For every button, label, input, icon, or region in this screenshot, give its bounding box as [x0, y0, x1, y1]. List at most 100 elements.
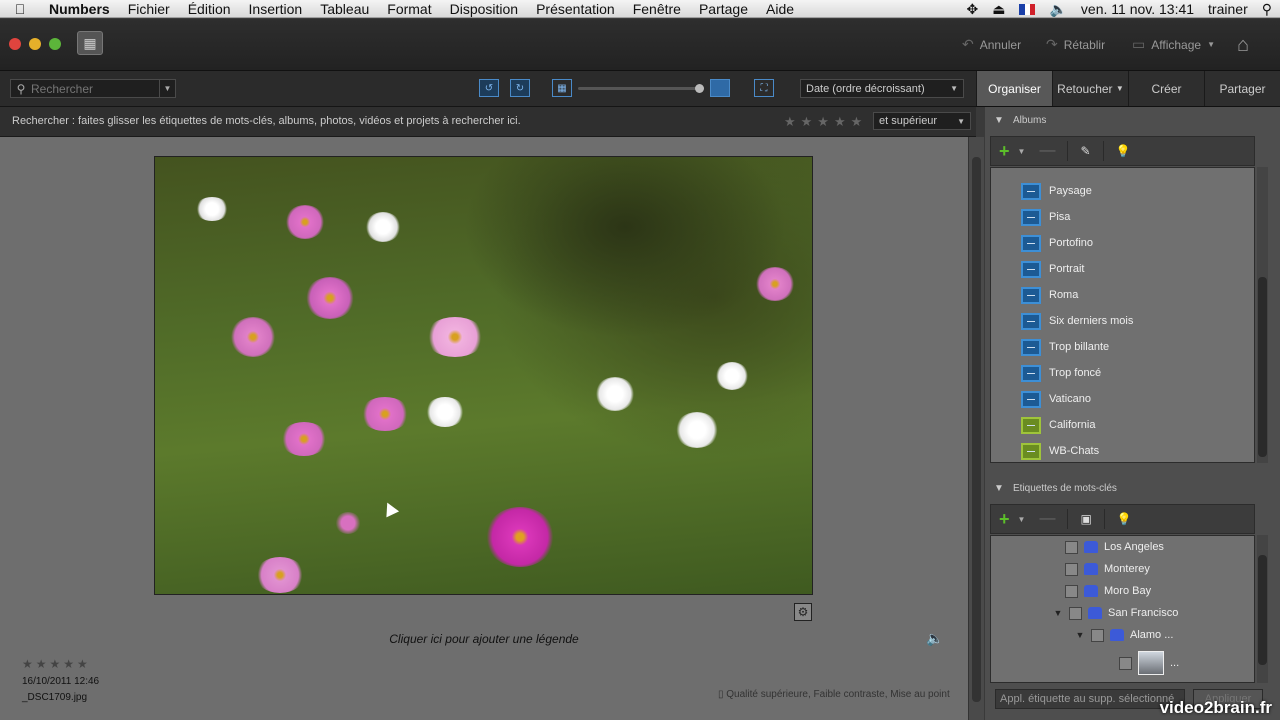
keyword-item[interactable]: ▼ San Francisco	[991, 602, 1254, 624]
search-input[interactable]	[31, 81, 159, 96]
add-album-icon[interactable]: +	[999, 141, 1010, 162]
menu-format[interactable]: Format	[378, 1, 440, 17]
home-icon[interactable]: ⌂	[1237, 34, 1249, 57]
remove-album-icon[interactable]: —	[1033, 142, 1055, 160]
media-scrollbar[interactable]	[968, 137, 984, 720]
keywords-scrollbar[interactable]	[1257, 535, 1268, 683]
photo-properties-icon[interactable]: ⚙	[794, 603, 812, 621]
menu-disposition[interactable]: Disposition	[441, 1, 527, 17]
thumbnail-size-slider[interactable]	[578, 84, 704, 93]
expand-triangle-icon[interactable]: ▼	[1053, 608, 1063, 618]
toolbar-divider	[1067, 141, 1069, 161]
sort-order-select[interactable]: Date (ordre décroissant) ▼	[800, 79, 964, 98]
caption-prompt[interactable]: Cliquer ici pour ajouter une légende	[0, 632, 968, 646]
grid-view-icon[interactable]: ▦	[552, 79, 572, 97]
menu-insertion[interactable]: Insertion	[240, 1, 312, 17]
album-item[interactable]: Trop billante	[991, 334, 1254, 360]
move-icon[interactable]: ✥	[967, 1, 979, 18]
menu-partage[interactable]: Partage	[690, 1, 757, 17]
menu-edition[interactable]: Édition	[179, 1, 240, 17]
menu-aide[interactable]: Aide	[757, 1, 803, 17]
french-flag-icon[interactable]	[1019, 3, 1036, 15]
edit-album-icon[interactable]: ✎	[1080, 144, 1090, 158]
expand-triangle-icon[interactable]: ▼	[1075, 630, 1085, 640]
volume-icon[interactable]: 🔈	[1049, 1, 1066, 18]
keywords-header[interactable]: ▼ Etiquettes de mots-clés	[985, 475, 1280, 501]
album-item[interactable]: Pisa	[991, 204, 1254, 230]
keyword-checkbox[interactable]	[1065, 562, 1078, 576]
redo-button[interactable]: ↷ Rétablir	[1046, 36, 1105, 53]
lightbulb-icon[interactable]: 💡	[1117, 512, 1132, 526]
menu-tableau[interactable]: Tableau	[311, 1, 378, 17]
albums-scrollbar-thumb[interactable]	[1258, 277, 1267, 457]
keyword-item[interactable]: Monterey	[991, 558, 1254, 580]
album-item[interactable]: Vaticano	[991, 386, 1254, 412]
menu-presentation[interactable]: Présentation	[527, 1, 624, 17]
keyword-checkbox[interactable]	[1065, 584, 1078, 598]
keyword-item[interactable]: ▼ Alamo ...	[991, 624, 1254, 646]
tab-organiser[interactable]: Organiser	[976, 71, 1052, 106]
audio-caption-icon[interactable]: 🔈	[926, 630, 943, 647]
album-item[interactable]: Portrait	[991, 256, 1254, 282]
keyword-photo-item[interactable]: ...	[991, 646, 1254, 680]
album-item[interactable]: Six derniers mois	[991, 308, 1254, 334]
media-scrollbar-thumb[interactable]	[972, 157, 981, 702]
media-browser-icon[interactable]: ▦	[77, 31, 103, 55]
apply-keyword-field[interactable]: Appl. étiquette au supp. sélectionné	[995, 689, 1185, 709]
keyword-item[interactable]: Los Angeles	[991, 536, 1254, 558]
undo-button[interactable]: ↶ Annuler	[962, 36, 1021, 53]
chevron-down-icon[interactable]: ▼	[1018, 515, 1026, 524]
keyword-checkbox[interactable]	[1119, 656, 1132, 670]
zoom-window-button[interactable]	[49, 38, 61, 50]
chevron-down-icon[interactable]: ▼	[1018, 147, 1026, 156]
tab-retoucher[interactable]: Retoucher ▼	[1052, 71, 1128, 106]
apple-icon[interactable]: 	[0, 1, 40, 17]
photo[interactable]	[154, 156, 813, 595]
albums-header[interactable]: ▼ Albums	[985, 107, 1280, 133]
single-view-icon[interactable]	[710, 79, 730, 97]
keyword-label: Los Angeles	[1104, 541, 1164, 553]
album-item[interactable]: WB-Chats	[991, 438, 1254, 462]
album-item[interactable]: Portofino	[991, 230, 1254, 256]
album-label: Vaticano	[1049, 393, 1091, 405]
user-name[interactable]: trainer	[1208, 1, 1248, 17]
rating-filter-stars[interactable]: ★★★★★	[784, 114, 867, 130]
collapse-triangle-icon[interactable]: ▼	[985, 483, 1013, 494]
menu-app[interactable]: Numbers	[40, 1, 119, 17]
menu-fenetre[interactable]: Fenêtre	[624, 1, 690, 17]
collapse-triangle-icon[interactable]: ▼	[985, 115, 1013, 126]
album-item[interactable]: Paysage	[991, 178, 1254, 204]
search-field[interactable]: ⚲ ▼	[10, 79, 176, 98]
rating-filter-select[interactable]: et supérieur ▼	[873, 112, 971, 130]
keyword-checkbox[interactable]	[1069, 606, 1082, 620]
close-window-button[interactable]	[9, 38, 21, 50]
slider-knob[interactable]	[695, 84, 704, 93]
search-dropdown-icon[interactable]: ▼	[159, 80, 175, 97]
minimize-window-button[interactable]	[29, 38, 41, 50]
keyword-image-icon[interactable]: ▣	[1080, 512, 1091, 526]
search-hint-bar[interactable]: Rechercher : faites glisser les étiquett…	[0, 107, 976, 137]
rating-stars[interactable]: ★★★★★	[22, 657, 91, 671]
rotate-right-icon[interactable]: ↻	[510, 79, 530, 97]
fullscreen-icon[interactable]: ⛶	[754, 79, 774, 97]
tab-partager[interactable]: Partager	[1204, 71, 1280, 106]
add-keyword-icon[interactable]: +	[999, 509, 1010, 530]
album-item[interactable]: Roma	[991, 282, 1254, 308]
album-item[interactable]: Trop foncé	[991, 360, 1254, 386]
album-item[interactable]: California	[991, 412, 1254, 438]
eject-icon[interactable]: ⏏	[992, 1, 1005, 18]
rotate-left-icon[interactable]: ↺	[479, 79, 499, 97]
albums-scrollbar[interactable]	[1257, 167, 1268, 463]
lightbulb-icon[interactable]: 💡	[1116, 144, 1131, 158]
clock[interactable]: ven. 11 nov. 13:41	[1081, 1, 1194, 17]
chevron-down-icon: ▼	[957, 116, 965, 126]
keyword-item[interactable]: Moro Bay	[991, 580, 1254, 602]
keyword-checkbox[interactable]	[1091, 628, 1104, 642]
view-menu-button[interactable]: ▭ Affichage ▼	[1132, 36, 1215, 53]
spotlight-icon[interactable]: ⚲	[1262, 1, 1272, 18]
keywords-scrollbar-thumb[interactable]	[1258, 555, 1267, 665]
menu-fichier[interactable]: Fichier	[119, 1, 179, 17]
remove-keyword-icon[interactable]: —	[1033, 510, 1055, 528]
keyword-checkbox[interactable]	[1065, 540, 1078, 554]
tab-creer[interactable]: Créer	[1128, 71, 1204, 106]
